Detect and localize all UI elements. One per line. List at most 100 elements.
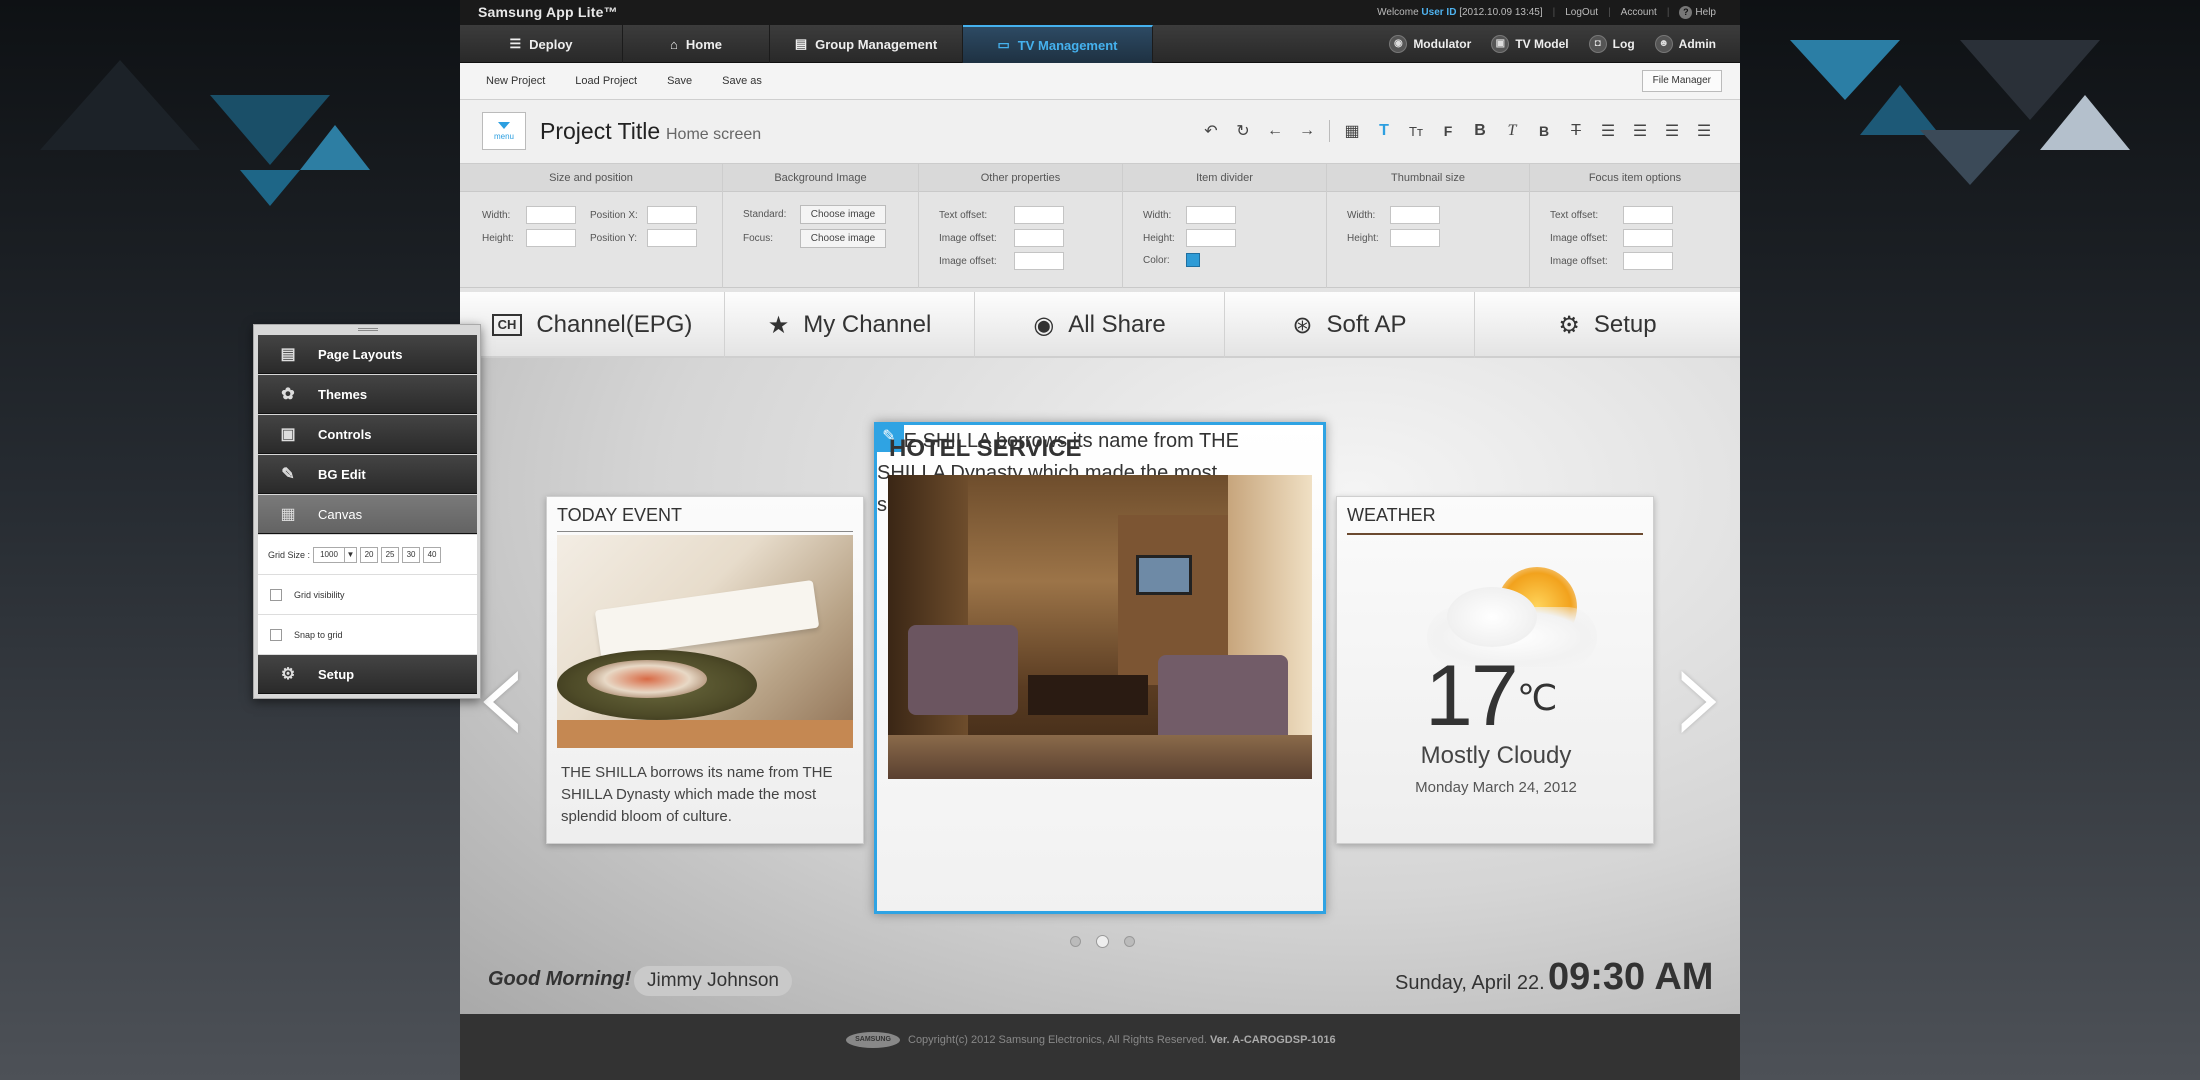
align-justify-icon[interactable]: ☰ <box>1688 121 1720 141</box>
divider-height-input[interactable] <box>1186 229 1236 247</box>
tab-tv-management[interactable]: ▭ TV Management <box>963 25 1153 63</box>
file-toolbar: New Project Load Project Save Save as Fi… <box>460 63 1740 100</box>
position-x-input[interactable] <box>647 206 697 224</box>
drag-handle[interactable] <box>358 328 378 331</box>
focus-text-offset-input[interactable] <box>1623 206 1673 224</box>
new-project-button[interactable]: New Project <box>486 75 545 87</box>
category-my-channel[interactable]: ★ My Channel <box>725 292 975 358</box>
tv-model-button[interactable]: ▣ TV Model <box>1491 35 1569 53</box>
logout-link[interactable]: LogOut <box>1565 7 1598 18</box>
document-icon: ▤ <box>794 36 808 51</box>
file-manager-button[interactable]: File Manager <box>1641 70 1722 92</box>
page-dot-active[interactable] <box>1096 935 1109 948</box>
account-link[interactable]: Account <box>1621 7 1657 18</box>
position-y-input[interactable] <box>647 229 697 247</box>
save-as-button[interactable]: Save as <box>722 75 762 87</box>
log-button[interactable]: ◘ Log <box>1588 35 1635 53</box>
bg-triangle <box>1860 85 1940 135</box>
layout-icon[interactable]: ▦ <box>1336 121 1368 141</box>
font-icon[interactable]: F <box>1432 123 1464 139</box>
height-input[interactable] <box>526 229 576 247</box>
modulator-button[interactable]: ◉ Modulator <box>1389 35 1471 53</box>
category-soft-ap[interactable]: ⊛ Soft AP <box>1225 292 1475 358</box>
focus-image-offset-input[interactable] <box>1623 229 1673 247</box>
thumb-width-input[interactable] <box>1390 206 1440 224</box>
tab-deploy[interactable]: ☰ Deploy <box>460 25 623 63</box>
text-offset-input[interactable] <box>1014 206 1064 224</box>
grid-option-20[interactable]: 20 <box>360 546 379 563</box>
image-offset-input[interactable] <box>1014 229 1064 247</box>
tv-star-icon: ★ <box>767 311 790 339</box>
width-label: Width: <box>482 209 511 221</box>
panel-item-setup[interactable]: ⚙ Setup <box>258 655 477 694</box>
strikethrough-icon[interactable]: T <box>1560 122 1592 140</box>
category-all-share[interactable]: ◉ All Share <box>975 292 1225 358</box>
grid-option-30[interactable]: 30 <box>402 546 421 563</box>
refresh-icon[interactable]: ↻ <box>1227 121 1259 141</box>
panel-item-page-layouts[interactable]: ▤ Page Layouts <box>258 335 477 374</box>
page-dot[interactable] <box>1070 936 1081 947</box>
version-text: Ver. A-CAROGDSP-1016 <box>1210 1034 1336 1046</box>
page-dot[interactable] <box>1124 936 1135 947</box>
snap-to-grid-checkbox[interactable] <box>270 628 282 641</box>
italic-icon[interactable]: T <box>1496 122 1528 140</box>
weather-card[interactable]: WEATHER 17 ℃ Mostly Cloudy Monday March … <box>1336 496 1654 844</box>
panel-item-canvas[interactable]: ▦ Canvas <box>258 495 477 534</box>
grid-visibility-row[interactable]: Grid visibility <box>258 575 477 615</box>
align-right-icon[interactable]: ☰ <box>1656 121 1688 141</box>
undo-icon[interactable]: ↶ <box>1195 121 1227 141</box>
grid-size-row: Grid Size : 1000 ▼ 20 25 30 40 <box>258 535 477 575</box>
category-setup[interactable]: ⚙ Setup <box>1475 292 1740 358</box>
focus-image-offset-input[interactable] <box>1623 252 1673 270</box>
bold-icon[interactable]: B <box>1464 122 1496 140</box>
hotel-service-card[interactable]: ✎ HOTEL SERVICE THE SHILLA borrows its n… <box>874 422 1326 914</box>
image-offset-input[interactable] <box>1014 252 1064 270</box>
choose-standard-image-button[interactable]: Choose image <box>800 205 886 224</box>
bold-alt-icon[interactable]: B <box>1528 123 1560 139</box>
controls-icon: ▣ <box>280 426 296 443</box>
admin-button[interactable]: ☻ Admin <box>1654 35 1716 53</box>
title-bar: Samsung App Lite™ Welcome User ID [2012.… <box>460 0 1740 25</box>
align-center-icon[interactable]: ☰ <box>1624 121 1656 141</box>
grid-option-40[interactable]: 40 <box>423 546 442 563</box>
tab-group-management[interactable]: ▤ Group Management <box>770 25 963 63</box>
project-subtitle: Home screen <box>666 126 762 143</box>
panel-item-bg-edit[interactable]: ✎ BG Edit <box>258 455 477 494</box>
save-button[interactable]: Save <box>667 75 692 87</box>
load-project-button[interactable]: Load Project <box>575 75 637 87</box>
help-link[interactable]: ? Help <box>1679 6 1716 19</box>
divider-width-input[interactable] <box>1186 206 1236 224</box>
position-x-label: Position X: <box>590 209 638 221</box>
prev-arrow-icon[interactable]: ‹ <box>472 608 532 782</box>
text-icon[interactable]: T <box>1368 122 1400 140</box>
choose-focus-image-button[interactable]: Choose image <box>800 229 886 248</box>
grid-size-select[interactable]: 1000 ▼ <box>313 546 358 563</box>
panel-item-themes[interactable]: ✿ Themes <box>258 375 477 414</box>
snap-to-grid-row[interactable]: Snap to grid <box>258 615 477 655</box>
align-left-icon[interactable]: ☰ <box>1592 121 1624 141</box>
user-icon: ☻ <box>1654 35 1673 53</box>
arrow-left-icon[interactable]: ← <box>1259 122 1291 140</box>
item-divider-section: Item divider Width: Height: Color: <box>1123 164 1327 288</box>
focus-label: Focus: <box>743 233 774 244</box>
bg-edit-icon: ✎ <box>281 466 295 483</box>
grid-option-25[interactable]: 25 <box>381 546 400 563</box>
floating-tool-panel[interactable]: ▤ Page Layouts ✿ Themes ▣ Controls ✎ BG Edit… <box>253 324 481 699</box>
card-title: WEATHER <box>1347 505 1436 525</box>
menu-button[interactable]: menu <box>482 112 526 150</box>
color-swatch[interactable] <box>1186 253 1200 267</box>
panel-item-controls[interactable]: ▣ Controls <box>258 415 477 454</box>
section-head: Size and position <box>460 164 722 192</box>
width-input[interactable] <box>526 206 576 224</box>
arrow-right-icon[interactable]: → <box>1291 122 1323 140</box>
today-event-card[interactable]: TODAY EVENT THE SHILLA borrows its name … <box>546 496 864 844</box>
current-time: 09:30 AM <box>1548 956 1714 998</box>
thumb-height-input[interactable] <box>1390 229 1440 247</box>
grid-visibility-checkbox[interactable] <box>270 588 282 601</box>
next-arrow-icon[interactable]: › <box>1670 608 1730 782</box>
tab-home[interactable]: ⌂ Home <box>623 25 770 63</box>
position-y-label: Position Y: <box>590 232 638 244</box>
category-channel-epg[interactable]: CH Channel(EPG) <box>460 292 725 358</box>
bg-triangle <box>1920 130 2020 185</box>
text-size-icon[interactable]: Tт <box>1400 124 1432 139</box>
